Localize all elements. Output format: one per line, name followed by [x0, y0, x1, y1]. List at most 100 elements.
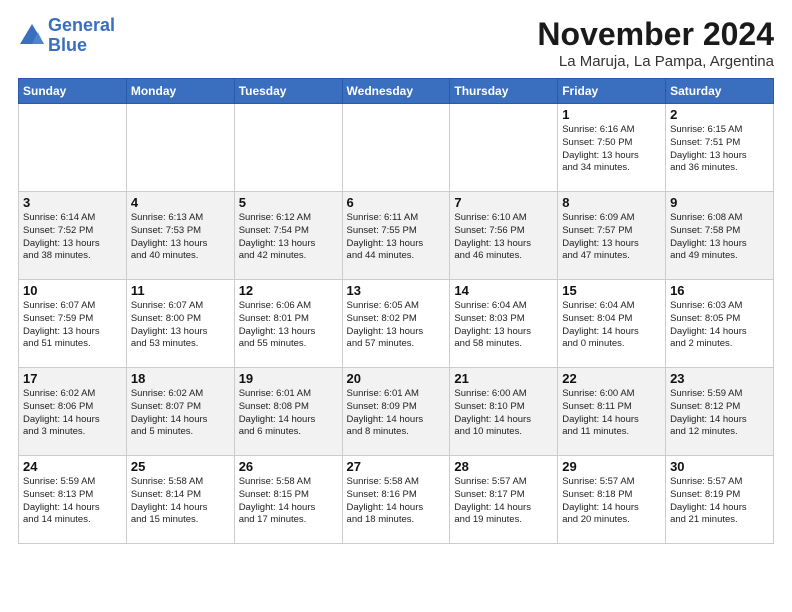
header-area: General Blue November 2024 La Maruja, La… [18, 16, 774, 70]
day-number: 10 [23, 283, 122, 298]
calendar-table: Sunday Monday Tuesday Wednesday Thursday… [18, 78, 774, 544]
day-info: Sunrise: 6:02 AM Sunset: 8:07 PM Dayligh… [131, 388, 230, 439]
week-row-3: 17Sunrise: 6:02 AM Sunset: 8:06 PM Dayli… [19, 368, 774, 456]
day-info: Sunrise: 6:00 AM Sunset: 8:10 PM Dayligh… [454, 388, 553, 439]
day-info: Sunrise: 6:07 AM Sunset: 8:00 PM Dayligh… [131, 300, 230, 351]
cell-1-4: 7Sunrise: 6:10 AM Sunset: 7:56 PM Daylig… [450, 192, 558, 280]
day-number: 8 [562, 195, 661, 210]
day-info: Sunrise: 5:59 AM Sunset: 8:12 PM Dayligh… [670, 388, 769, 439]
logo-text: General Blue [48, 16, 115, 56]
cell-1-1: 4 Sunrise: 6:13 AM Sunset: 7:53 PM Daylig… [126, 192, 234, 280]
cell-1-2: 5 Sunrise: 6:12 AM Sunset: 7:54 PM Daylig… [234, 192, 342, 280]
day-number: 16 [670, 283, 769, 298]
week-row-2: 10 Sunrise: 6:07 AM Sunset: 7:59 PM Dayli… [19, 280, 774, 368]
cell-2-2: 12Sunrise: 6:06 AM Sunset: 8:01 PM Dayli… [234, 280, 342, 368]
day-number: 3 [23, 195, 122, 210]
day-number: 29 [562, 459, 661, 474]
cell-4-4: 28 Sunrise: 5:57 AM Sunset: 8:17 PM Dayli… [450, 456, 558, 544]
day-info: Sunrise: 5:59 AM Sunset: 8:13 PM Dayligh… [23, 476, 122, 527]
cell-2-1: 11 Sunrise: 6:07 AM Sunset: 8:00 PM Dayli… [126, 280, 234, 368]
col-monday: Monday [126, 79, 234, 104]
cell-4-5: 29 Sunrise: 5:57 AM Sunset: 8:18 PM Dayli… [558, 456, 666, 544]
cell-1-0: 3 Sunrise: 6:14 AM Sunset: 7:52 PM Daylig… [19, 192, 127, 280]
day-info: Sunrise: 5:58 AM Sunset: 8:16 PM Dayligh… [347, 476, 446, 527]
cell-0-4 [450, 104, 558, 192]
day-number: 6 [347, 195, 446, 210]
day-number: 26 [239, 459, 338, 474]
calendar-header: Sunday Monday Tuesday Wednesday Thursday… [19, 79, 774, 104]
day-number: 11 [131, 283, 230, 298]
day-number: 15 [562, 283, 661, 298]
logo-icon [18, 22, 46, 50]
logo: General Blue [18, 16, 115, 56]
cell-0-0 [19, 104, 127, 192]
cell-2-4: 14 Sunrise: 6:04 AM Sunset: 8:03 PM Dayli… [450, 280, 558, 368]
day-info: Sunrise: 5:58 AM Sunset: 8:14 PM Dayligh… [131, 476, 230, 527]
calendar-body: 1Sunrise: 6:16 AM Sunset: 7:50 PM Daylig… [19, 104, 774, 544]
title-area: November 2024 La Maruja, La Pampa, Argen… [537, 16, 774, 70]
day-info: Sunrise: 6:04 AM Sunset: 8:03 PM Dayligh… [454, 300, 553, 351]
day-number: 17 [23, 371, 122, 386]
cell-0-3 [342, 104, 450, 192]
day-info: Sunrise: 6:08 AM Sunset: 7:58 PM Dayligh… [670, 212, 769, 263]
day-number: 2 [670, 107, 769, 122]
logo-general: General [48, 15, 115, 35]
day-number: 14 [454, 283, 553, 298]
cell-1-6: 9 Sunrise: 6:08 AM Sunset: 7:58 PM Daylig… [666, 192, 774, 280]
day-number: 20 [347, 371, 446, 386]
day-info: Sunrise: 6:13 AM Sunset: 7:53 PM Dayligh… [131, 212, 230, 263]
day-number: 13 [347, 283, 446, 298]
day-info: Sunrise: 6:14 AM Sunset: 7:52 PM Dayligh… [23, 212, 122, 263]
cell-3-4: 21Sunrise: 6:00 AM Sunset: 8:10 PM Dayli… [450, 368, 558, 456]
cell-2-3: 13 Sunrise: 6:05 AM Sunset: 8:02 PM Dayli… [342, 280, 450, 368]
day-number: 24 [23, 459, 122, 474]
day-info: Sunrise: 6:15 AM Sunset: 7:51 PM Dayligh… [670, 124, 769, 175]
col-sunday: Sunday [19, 79, 127, 104]
cell-3-2: 19Sunrise: 6:01 AM Sunset: 8:08 PM Dayli… [234, 368, 342, 456]
day-number: 4 [131, 195, 230, 210]
cell-2-6: 16 Sunrise: 6:03 AM Sunset: 8:05 PM Dayli… [666, 280, 774, 368]
cell-2-0: 10 Sunrise: 6:07 AM Sunset: 7:59 PM Dayli… [19, 280, 127, 368]
cell-1-5: 8 Sunrise: 6:09 AM Sunset: 7:57 PM Daylig… [558, 192, 666, 280]
day-info: Sunrise: 6:09 AM Sunset: 7:57 PM Dayligh… [562, 212, 661, 263]
cell-0-5: 1Sunrise: 6:16 AM Sunset: 7:50 PM Daylig… [558, 104, 666, 192]
col-saturday: Saturday [666, 79, 774, 104]
cell-3-3: 20 Sunrise: 6:01 AM Sunset: 8:09 PM Dayli… [342, 368, 450, 456]
cell-3-5: 22 Sunrise: 6:00 AM Sunset: 8:11 PM Dayli… [558, 368, 666, 456]
day-info: Sunrise: 6:04 AM Sunset: 8:04 PM Dayligh… [562, 300, 661, 351]
cell-3-1: 18Sunrise: 6:02 AM Sunset: 8:07 PM Dayli… [126, 368, 234, 456]
cell-3-0: 17Sunrise: 6:02 AM Sunset: 8:06 PM Dayli… [19, 368, 127, 456]
cell-4-2: 26Sunrise: 5:58 AM Sunset: 8:15 PM Dayli… [234, 456, 342, 544]
col-thursday: Thursday [450, 79, 558, 104]
day-number: 7 [454, 195, 553, 210]
day-number: 30 [670, 459, 769, 474]
month-title: November 2024 [537, 16, 774, 53]
day-number: 22 [562, 371, 661, 386]
day-info: Sunrise: 5:57 AM Sunset: 8:19 PM Dayligh… [670, 476, 769, 527]
day-info: Sunrise: 6:05 AM Sunset: 8:02 PM Dayligh… [347, 300, 446, 351]
day-number: 12 [239, 283, 338, 298]
day-info: Sunrise: 6:11 AM Sunset: 7:55 PM Dayligh… [347, 212, 446, 263]
day-info: Sunrise: 6:03 AM Sunset: 8:05 PM Dayligh… [670, 300, 769, 351]
cell-0-2 [234, 104, 342, 192]
day-number: 5 [239, 195, 338, 210]
cell-4-3: 27Sunrise: 5:58 AM Sunset: 8:16 PM Dayli… [342, 456, 450, 544]
day-number: 9 [670, 195, 769, 210]
day-info: Sunrise: 6:07 AM Sunset: 7:59 PM Dayligh… [23, 300, 122, 351]
location-title: La Maruja, La Pampa, Argentina [537, 53, 774, 70]
cell-1-3: 6 Sunrise: 6:11 AM Sunset: 7:55 PM Daylig… [342, 192, 450, 280]
header-row: Sunday Monday Tuesday Wednesday Thursday… [19, 79, 774, 104]
day-number: 23 [670, 371, 769, 386]
week-row-4: 24 Sunrise: 5:59 AM Sunset: 8:13 PM Dayli… [19, 456, 774, 544]
day-info: Sunrise: 6:00 AM Sunset: 8:11 PM Dayligh… [562, 388, 661, 439]
day-info: Sunrise: 5:57 AM Sunset: 8:18 PM Dayligh… [562, 476, 661, 527]
col-friday: Friday [558, 79, 666, 104]
cell-0-6: 2 Sunrise: 6:15 AM Sunset: 7:51 PM Daylig… [666, 104, 774, 192]
cell-2-5: 15 Sunrise: 6:04 AM Sunset: 8:04 PM Dayli… [558, 280, 666, 368]
day-number: 28 [454, 459, 553, 474]
day-info: Sunrise: 6:12 AM Sunset: 7:54 PM Dayligh… [239, 212, 338, 263]
week-row-0: 1Sunrise: 6:16 AM Sunset: 7:50 PM Daylig… [19, 104, 774, 192]
day-info: Sunrise: 5:57 AM Sunset: 8:17 PM Dayligh… [454, 476, 553, 527]
cell-4-0: 24 Sunrise: 5:59 AM Sunset: 8:13 PM Dayli… [19, 456, 127, 544]
day-info: Sunrise: 6:01 AM Sunset: 8:09 PM Dayligh… [347, 388, 446, 439]
